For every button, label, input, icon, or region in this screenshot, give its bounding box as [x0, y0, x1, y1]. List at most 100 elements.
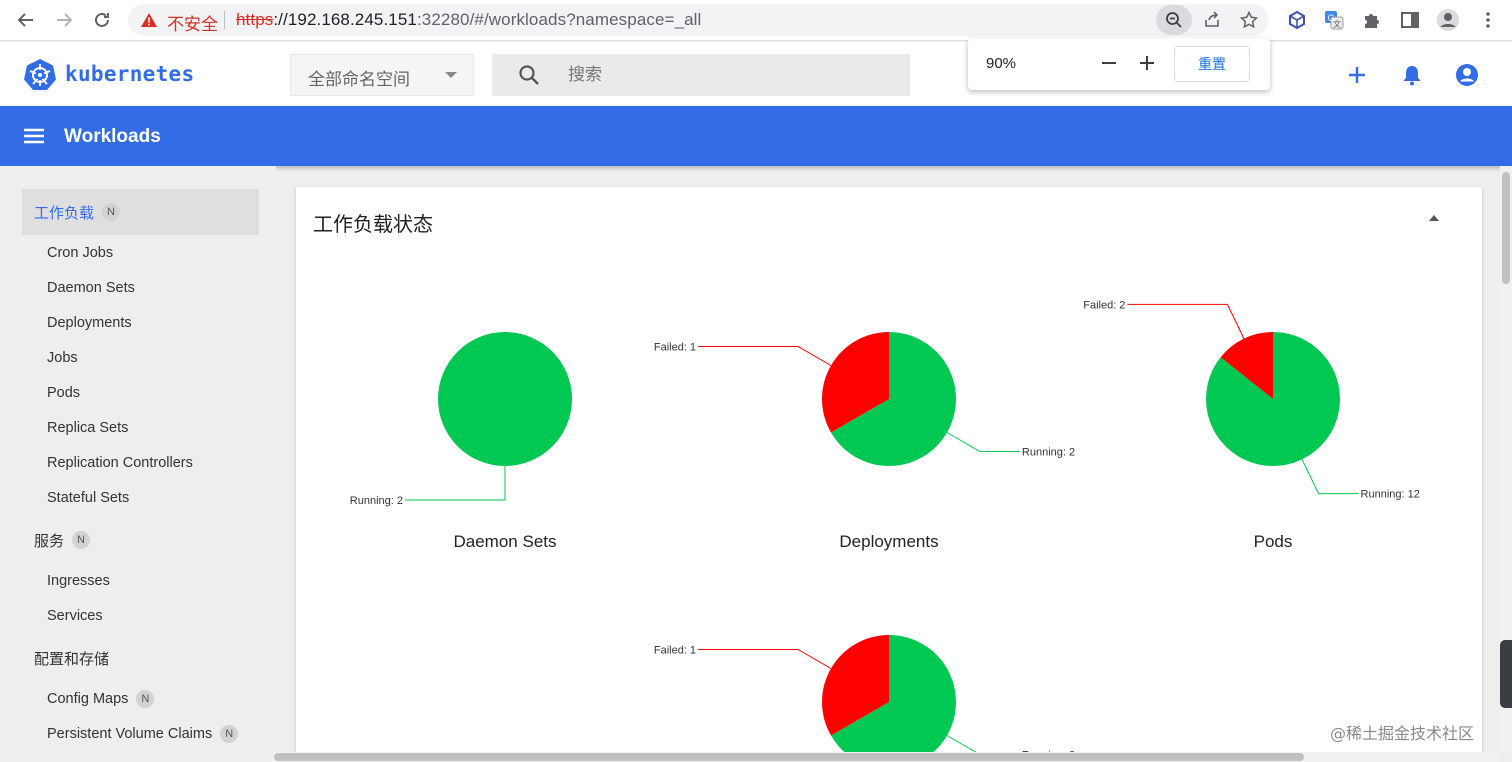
insecure-label[interactable]: 不安全 — [167, 10, 218, 35]
workload-status-charts: Running: 2Daemon SetsRunning: 2Failed: 1… — [350, 299, 1420, 762]
pie-chart: Running: 2 Failed: 1 Deployments — [654, 332, 1075, 551]
star-icon — [1240, 11, 1258, 29]
browser-toolbar: 不安全 https://192.168.245.151:32280/#/work… — [0, 0, 1512, 41]
sidebar-item-daemon-sets[interactable]: Daemon Sets — [47, 278, 135, 298]
search-box[interactable] — [492, 54, 910, 96]
sidebar-item-label: Persistent Volume Claims — [47, 726, 213, 742]
arrow-right-icon — [57, 13, 73, 27]
extension-cube-button[interactable] — [1285, 8, 1309, 32]
zoom-level: 90% — [986, 55, 1017, 72]
sidebar-item-config-maps[interactable]: Config Maps N — [47, 689, 155, 709]
sidebar-section-label: 服务 — [34, 531, 65, 550]
zoom-button[interactable] — [1156, 5, 1192, 35]
sidebar-item-persistent-volume-claims[interactable]: Persistent Volume Claims N — [47, 724, 239, 744]
sidebar: 工作负载 N Cron Jobs Daemon Sets Deployments… — [0, 166, 276, 762]
leader-line — [1127, 303, 1245, 339]
slice-label: Running: 12 — [1361, 489, 1420, 501]
sidebar-section-label: 配置和存储 — [34, 649, 110, 668]
bookmark-button[interactable] — [1239, 10, 1259, 30]
account-button[interactable] — [1454, 62, 1480, 88]
bell-icon — [1404, 66, 1420, 86]
kubernetes-logo-icon[interactable] — [24, 58, 56, 90]
translate-icon: G文 — [1325, 11, 1344, 30]
cube-icon — [1289, 10, 1305, 30]
more-vertical-icon — [1486, 12, 1490, 28]
leader-line — [946, 432, 1020, 452]
forward-button[interactable] — [52, 8, 76, 32]
slice-label: Running: 2 — [1022, 447, 1075, 459]
zoom-decrease-button[interactable] — [1098, 52, 1120, 74]
slice-label: Failed: 2 — [1083, 299, 1125, 311]
zoom-out-icon — [1166, 12, 1182, 28]
sidebar-section-label: 工作负载 — [34, 203, 95, 222]
sidebar-item-replica-sets[interactable]: Replica Sets — [47, 418, 128, 438]
browser-menu-button[interactable] — [1476, 8, 1500, 32]
share-button[interactable] — [1202, 10, 1222, 30]
sidebar-item-services[interactable]: Services — [47, 606, 103, 626]
search-input[interactable] — [568, 62, 888, 88]
pie-chart: Running: 12 Failed: 2 Pods — [1083, 299, 1420, 551]
namespace-selector[interactable]: 全部命名空间 — [290, 54, 474, 96]
profile-button[interactable] — [1436, 8, 1460, 32]
address-bar[interactable]: 不安全 https://192.168.245.151:32280/#/work… — [128, 4, 1268, 36]
zoom-popup: 90% 重置 — [968, 38, 1270, 90]
side-panel-icon — [1401, 12, 1419, 28]
plus-icon — [1349, 67, 1365, 83]
floating-side-widget[interactable] — [1500, 640, 1512, 708]
sidebar-item-jobs[interactable]: Jobs — [47, 348, 78, 368]
scrollbar-thumb[interactable] — [274, 753, 1304, 761]
brand-name[interactable]: kubernetes — [65, 62, 194, 86]
account-circle-icon — [1456, 64, 1478, 86]
sidebar-item-deployments[interactable]: Deployments — [47, 313, 132, 333]
namespaced-badge: N — [136, 690, 155, 708]
sidebar-section-config-storage[interactable]: 配置和存储 — [22, 635, 259, 681]
page-toolbar: Workloads — [0, 106, 1512, 166]
zoom-reset-button[interactable]: 重置 — [1174, 46, 1250, 82]
slice-label: Running: 2 — [350, 495, 403, 507]
app-header: kubernetes 全部命名空间 — [0, 42, 1512, 106]
sidebar-item-cron-jobs[interactable]: Cron Jobs — [47, 243, 113, 263]
svg-text:文: 文 — [1333, 19, 1341, 29]
page-title: Workloads — [64, 126, 161, 147]
url-text[interactable]: https://192.168.245.151:32280/#/workload… — [236, 10, 701, 30]
namespaced-badge: N — [72, 531, 91, 549]
chart-title: Daemon Sets — [454, 532, 557, 551]
leader-line — [1301, 459, 1359, 495]
url-path: :32280/#/workloads?namespace=_all — [416, 10, 702, 29]
sidebar-section-workloads[interactable]: 工作负载 N — [22, 189, 259, 235]
pie-chart: Running: 2Failed: 1 — [654, 635, 1075, 762]
avatar-icon — [1437, 9, 1459, 31]
hamburger-menu-icon[interactable] — [22, 124, 46, 148]
warning-icon — [141, 13, 157, 27]
chart-title: Deployments — [839, 532, 938, 551]
sidebar-section-services[interactable]: 服务 N — [22, 517, 259, 563]
extensions-button[interactable] — [1360, 8, 1384, 32]
watermark: @稀土掘金技术社区 — [1330, 724, 1475, 743]
pie-slice-running[interactable] — [438, 332, 572, 466]
url-host: ://192.168.245.151 — [273, 10, 417, 29]
create-button[interactable] — [1344, 62, 1370, 88]
sidebar-item-replication-controllers[interactable]: Replication Controllers — [47, 453, 193, 473]
translate-extension-button[interactable]: G文 — [1322, 8, 1346, 32]
sidebar-item-pods[interactable]: Pods — [47, 383, 80, 403]
horizontal-scrollbar[interactable] — [274, 752, 1499, 762]
url-scheme: https — [236, 10, 274, 29]
pie-chart: Running: 2 Daemon Sets — [350, 332, 572, 551]
sidebar-item-label: Config Maps — [47, 691, 129, 707]
slice-label: Failed: 1 — [654, 645, 696, 657]
back-button[interactable] — [14, 8, 38, 32]
sidebar-item-stateful-sets[interactable]: Stateful Sets — [47, 488, 129, 508]
sidebar-item-ingresses[interactable]: Ingresses — [47, 571, 110, 591]
puzzle-icon — [1365, 14, 1379, 28]
scrollbar-thumb[interactable] — [1502, 172, 1510, 284]
reload-button[interactable] — [90, 8, 114, 32]
share-icon — [1205, 11, 1219, 27]
chevron-down-icon — [445, 72, 457, 78]
minus-icon — [1102, 62, 1116, 64]
zoom-increase-button[interactable] — [1136, 52, 1158, 74]
leader-line — [405, 466, 506, 501]
chart-title: Pods — [1254, 532, 1293, 551]
leader-line — [698, 649, 832, 669]
side-panel-button[interactable] — [1398, 8, 1422, 32]
notifications-button[interactable] — [1399, 62, 1425, 88]
